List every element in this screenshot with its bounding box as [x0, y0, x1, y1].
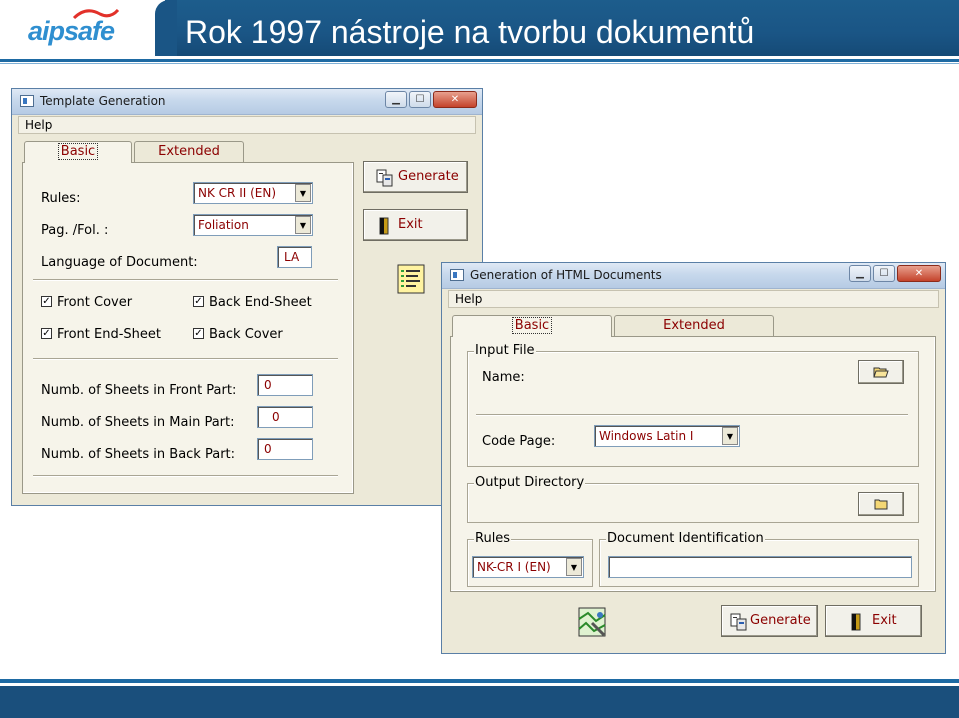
name-label: Name:	[482, 370, 525, 385]
rules-label: Rules:	[41, 191, 81, 206]
window-title: Template Generation	[40, 94, 166, 108]
separator	[33, 475, 338, 477]
exit-button[interactable]: Exit	[363, 209, 468, 241]
back-end-sheet-checkbox[interactable]: ✓	[193, 296, 204, 307]
folder-icon	[874, 499, 888, 510]
language-label: Language of Document:	[41, 255, 198, 270]
back-part-input[interactable]: 0	[257, 438, 313, 460]
tab-extended[interactable]: Extended	[134, 141, 244, 163]
menu-bar: Help	[448, 290, 939, 308]
menu-help[interactable]: Help	[455, 292, 482, 306]
basic-tab-panel: Input File Name: Code Page: Windows Lati…	[450, 336, 936, 592]
menu-bar: Help	[18, 116, 476, 134]
rules-select[interactable]: NK CR II (EN) ▼	[193, 182, 313, 204]
map-document-icon	[578, 607, 606, 637]
folder-open-icon	[873, 367, 889, 378]
pagfol-select[interactable]: Foliation ▼	[193, 214, 313, 236]
back-cover-checkbox[interactable]: ✓	[193, 328, 204, 339]
maximize-button[interactable]: ☐	[409, 91, 431, 108]
exit-button[interactable]: Exit	[825, 605, 922, 637]
generate-button[interactable]: Generate	[363, 161, 468, 193]
language-input[interactable]: LA	[277, 246, 312, 268]
template-generation-window: Template Generation ▁ ☐ ✕ Help Basic Ext…	[11, 88, 483, 506]
basic-tab-panel: Rules: NK CR II (EN) ▼ Pag. /Fol. : Foli…	[22, 162, 354, 494]
code-page-label: Code Page:	[482, 434, 556, 449]
separator	[33, 358, 338, 360]
tab-basic[interactable]: Basic	[24, 141, 132, 163]
generate-icon	[730, 613, 747, 631]
header-divider-thin	[0, 63, 959, 64]
chevron-down-icon[interactable]: ▼	[295, 184, 311, 202]
generate-button[interactable]: Generate	[721, 605, 818, 637]
logo-text: aipsafe	[28, 16, 115, 46]
slide-title: Rok 1997 nástroje na tvorbu dokumentů	[185, 14, 755, 50]
rules-group: Rules NK-CR I (EN) ▼	[467, 531, 593, 587]
exit-door-icon	[379, 217, 389, 235]
document-identification-input[interactable]	[608, 556, 912, 578]
rules-select[interactable]: NK-CR I (EN) ▼	[472, 556, 584, 578]
code-page-select[interactable]: Windows Latin I ▼	[594, 425, 740, 447]
rules-title: Rules	[474, 531, 512, 546]
browse-directory-button[interactable]	[858, 492, 904, 516]
back-cover-label: Back Cover	[209, 327, 283, 342]
window-title: Generation of HTML Documents	[470, 268, 662, 282]
front-end-sheet-checkbox[interactable]: ✓	[41, 328, 52, 339]
pagfol-label: Pag. /Fol. :	[41, 223, 109, 238]
back-end-sheet-label: Back End-Sheet	[209, 295, 312, 310]
chevron-down-icon[interactable]: ▼	[722, 427, 738, 445]
minimize-button[interactable]: ▁	[385, 91, 407, 108]
separator	[476, 414, 908, 416]
front-end-sheet-label: Front End-Sheet	[57, 327, 161, 342]
document-notes-icon	[397, 264, 425, 294]
separator	[33, 279, 338, 281]
app-icon	[20, 95, 34, 107]
window-titlebar: Generation of HTML Documents ▁ ☐ ✕	[442, 263, 945, 289]
header-divider	[0, 59, 959, 62]
chevron-down-icon[interactable]: ▼	[295, 216, 311, 234]
slide-title-bar: Rok 1997 nástroje na tvorbu dokumentů	[155, 0, 959, 56]
front-part-input[interactable]: 0	[257, 374, 313, 396]
browse-file-button[interactable]	[858, 360, 904, 384]
main-part-input[interactable]: 0	[257, 406, 313, 428]
input-file-title: Input File	[474, 343, 536, 358]
input-file-group: Input File Name: Code Page: Windows Lati…	[467, 343, 919, 467]
html-generation-window: Generation of HTML Documents ▁ ☐ ✕ Help …	[441, 262, 946, 654]
maximize-button[interactable]: ☐	[873, 265, 895, 282]
document-identification-title: Document Identification	[606, 531, 765, 546]
footer-divider	[0, 679, 959, 683]
close-button[interactable]: ✕	[433, 91, 477, 108]
back-part-label: Numb. of Sheets in Back Part:	[41, 447, 236, 462]
front-part-label: Numb. of Sheets in Front Part:	[41, 383, 237, 398]
output-directory-title: Output Directory	[474, 475, 586, 490]
front-cover-label: Front Cover	[57, 295, 133, 310]
minimize-button[interactable]: ▁	[849, 265, 871, 282]
chevron-down-icon[interactable]: ▼	[566, 558, 582, 576]
exit-door-icon	[851, 613, 861, 631]
close-button[interactable]: ✕	[897, 265, 941, 282]
menu-help[interactable]: Help	[25, 118, 52, 132]
document-identification-group: Document Identification	[599, 531, 919, 587]
app-icon	[450, 269, 464, 281]
window-titlebar: Template Generation ▁ ☐ ✕	[12, 89, 482, 115]
aipsafe-logo: aipsafe	[0, 0, 160, 62]
tab-basic[interactable]: Basic	[452, 315, 612, 337]
front-cover-checkbox[interactable]: ✓	[41, 296, 52, 307]
output-directory-group: Output Directory	[467, 475, 919, 523]
tab-extended[interactable]: Extended	[614, 315, 774, 337]
footer-bar	[0, 686, 959, 718]
generate-icon	[376, 169, 393, 187]
main-part-label: Numb. of Sheets in Main Part:	[41, 415, 235, 430]
